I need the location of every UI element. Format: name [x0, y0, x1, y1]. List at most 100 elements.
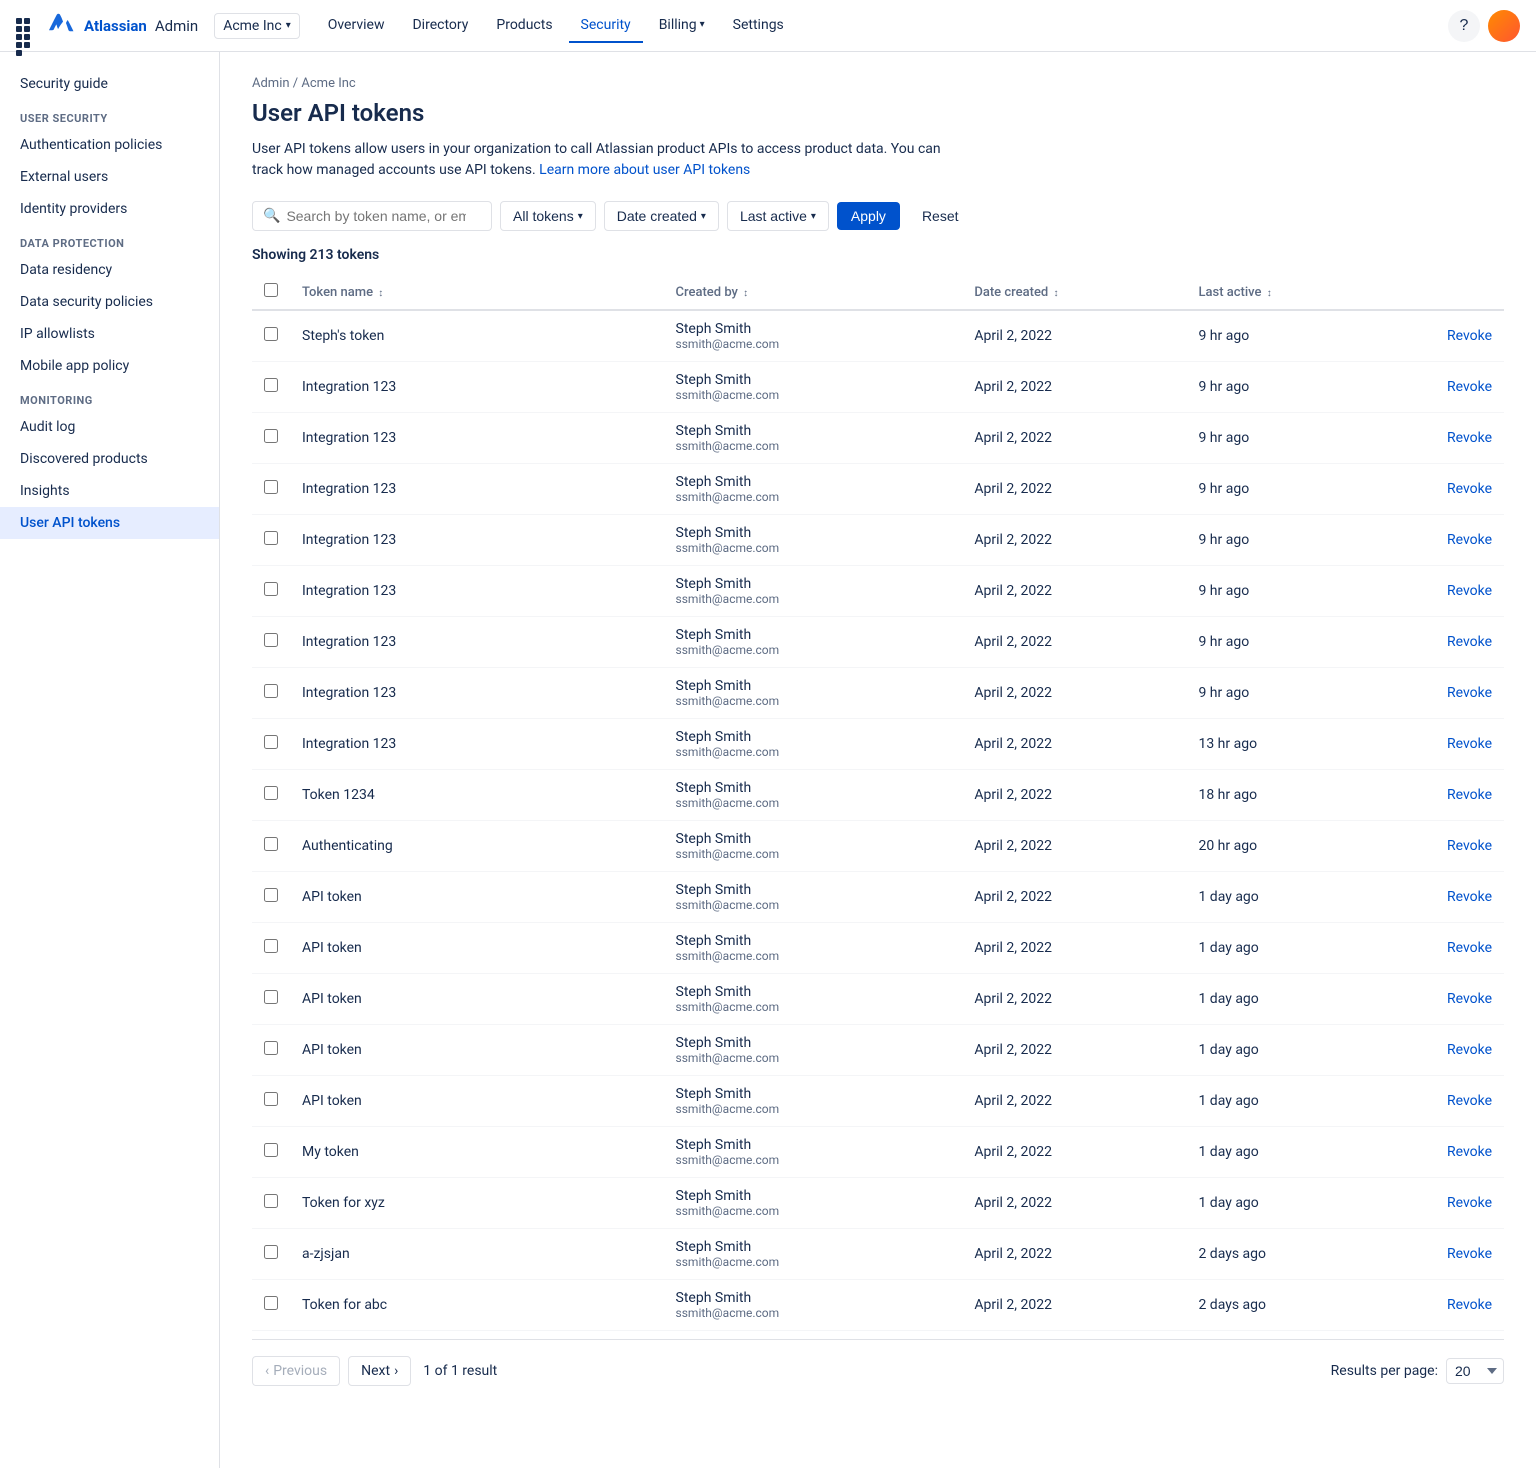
revoke-button[interactable]: Revoke [1447, 583, 1492, 599]
revoke-button[interactable]: Revoke [1447, 1042, 1492, 1058]
nav-settings[interactable]: Settings [721, 9, 796, 43]
token-name-cell: Integration 123 [290, 413, 664, 464]
sidebar-item-mobile-app[interactable]: Mobile app policy [0, 350, 219, 382]
row-checkbox[interactable] [264, 990, 278, 1004]
results-per-page-select[interactable]: 20 10 50 100 [1446, 1358, 1504, 1384]
last-active-cell: 9 hr ago [1186, 668, 1373, 719]
sidebar-item-audit-log[interactable]: Audit log [0, 411, 219, 443]
date-filter-button[interactable]: Date created ▾ [604, 201, 719, 231]
breadcrumb-admin[interactable]: Admin [252, 76, 290, 91]
revoke-button[interactable]: Revoke [1447, 379, 1492, 395]
row-checkbox[interactable] [264, 480, 278, 494]
breadcrumb-org[interactable]: Acme Inc [301, 76, 355, 91]
sidebar-item-identity-providers[interactable]: Identity providers [0, 193, 219, 225]
breadcrumb: Admin / Acme Inc [252, 76, 1504, 91]
table-row: Integration 123 Steph Smith ssmith@acme.… [252, 617, 1504, 668]
select-all-header[interactable] [252, 275, 290, 310]
row-checkbox[interactable] [264, 1245, 278, 1259]
row-checkbox[interactable] [264, 429, 278, 443]
nav-overview[interactable]: Overview [316, 9, 397, 43]
showing-count: Showing 213 tokens [252, 247, 1504, 263]
token-filter-button[interactable]: All tokens ▾ [500, 201, 596, 231]
row-checkbox[interactable] [264, 531, 278, 545]
sidebar-item-auth-policies[interactable]: Authentication policies [0, 129, 219, 161]
revoke-button[interactable]: Revoke [1447, 634, 1492, 650]
learn-more-link[interactable]: Learn more about user API tokens [539, 162, 750, 178]
revoke-button[interactable]: Revoke [1447, 787, 1492, 803]
table-row: API token Steph Smith ssmith@acme.com Ap… [252, 974, 1504, 1025]
revoke-button[interactable]: Revoke [1447, 1144, 1492, 1160]
nav-security[interactable]: Security [569, 9, 643, 43]
revoke-button[interactable]: Revoke [1447, 991, 1492, 1007]
top-nav: Atlassian Admin Acme Inc ▾ Overview Dire… [0, 0, 1536, 52]
user-avatar[interactable] [1488, 10, 1520, 42]
last-active-header[interactable]: Last active ↕ [1186, 275, 1373, 310]
last-active-cell: 9 hr ago [1186, 413, 1373, 464]
row-checkbox[interactable] [264, 582, 278, 596]
org-selector[interactable]: Acme Inc ▾ [214, 13, 300, 39]
nav-right: ? [1448, 10, 1520, 42]
revoke-button[interactable]: Revoke [1447, 1246, 1492, 1262]
revoke-button[interactable]: Revoke [1447, 736, 1492, 752]
action-cell: Revoke [1373, 1229, 1504, 1280]
app-switcher-icon[interactable] [16, 18, 32, 34]
revoke-button[interactable]: Revoke [1447, 940, 1492, 956]
nav-billing[interactable]: Billing ▾ [647, 9, 717, 43]
next-button[interactable]: Next › [348, 1356, 411, 1386]
revoke-button[interactable]: Revoke [1447, 532, 1492, 548]
row-checkbox[interactable] [264, 684, 278, 698]
revoke-button[interactable]: Revoke [1447, 685, 1492, 701]
created-by-cell: Steph Smith ssmith@acme.com [664, 413, 963, 464]
row-checkbox[interactable] [264, 1143, 278, 1157]
revoke-button[interactable]: Revoke [1447, 328, 1492, 344]
sidebar-item-data-security[interactable]: Data security policies [0, 286, 219, 318]
atlassian-logo[interactable]: Atlassian Admin [48, 12, 198, 40]
revoke-button[interactable]: Revoke [1447, 1093, 1492, 1109]
row-checkbox[interactable] [264, 786, 278, 800]
select-all-checkbox[interactable] [264, 283, 278, 297]
nav-directory[interactable]: Directory [400, 9, 480, 43]
help-button[interactable]: ? [1448, 10, 1480, 42]
sidebar-item-discovered-products[interactable]: Discovered products [0, 443, 219, 475]
last-active-cell: 2 days ago [1186, 1280, 1373, 1331]
sidebar-item-ip-allowlists[interactable]: IP allowlists [0, 318, 219, 350]
creator-email: ssmith@acme.com [676, 949, 951, 963]
row-checkbox[interactable] [264, 633, 278, 647]
row-checkbox[interactable] [264, 735, 278, 749]
row-checkbox[interactable] [264, 1296, 278, 1310]
row-checkbox[interactable] [264, 378, 278, 392]
row-checkbox[interactable] [264, 1092, 278, 1106]
apply-button[interactable]: Apply [837, 202, 900, 230]
sidebar-item-data-residency[interactable]: Data residency [0, 254, 219, 286]
row-checkbox[interactable] [264, 939, 278, 953]
row-checkbox[interactable] [264, 888, 278, 902]
date-created-header[interactable]: Date created ↕ [962, 275, 1186, 310]
date-created-cell: April 2, 2022 [962, 1127, 1186, 1178]
created-by-header[interactable]: Created by ↕ [664, 275, 963, 310]
row-checkbox[interactable] [264, 837, 278, 851]
row-checkbox[interactable] [264, 327, 278, 341]
created-by-cell: Steph Smith ssmith@acme.com [664, 923, 963, 974]
token-name-header[interactable]: Token name ↕ [290, 275, 664, 310]
sidebar-item-user-api-tokens[interactable]: User API tokens [0, 507, 219, 539]
token-name-cell: Authenticating [290, 821, 664, 872]
nav-products[interactable]: Products [484, 9, 564, 43]
sidebar-item-insights[interactable]: Insights [0, 475, 219, 507]
row-checkbox[interactable] [264, 1041, 278, 1055]
revoke-button[interactable]: Revoke [1447, 1195, 1492, 1211]
revoke-button[interactable]: Revoke [1447, 481, 1492, 497]
revoke-button[interactable]: Revoke [1447, 889, 1492, 905]
row-checkbox[interactable] [264, 1194, 278, 1208]
active-filter-button[interactable]: Last active ▾ [727, 201, 829, 231]
date-created-cell: April 2, 2022 [962, 1229, 1186, 1280]
search-input[interactable] [286, 208, 466, 224]
sidebar-item-external-users[interactable]: External users [0, 161, 219, 193]
reset-button[interactable]: Reset [908, 202, 973, 230]
last-active-cell: 9 hr ago [1186, 464, 1373, 515]
revoke-button[interactable]: Revoke [1447, 838, 1492, 854]
revoke-button[interactable]: Revoke [1447, 430, 1492, 446]
revoke-button[interactable]: Revoke [1447, 1297, 1492, 1313]
sidebar-security-guide[interactable]: Security guide [0, 68, 219, 100]
previous-button[interactable]: ‹ Previous [252, 1356, 340, 1386]
table-row: a-zjsjan Steph Smith ssmith@acme.com Apr… [252, 1229, 1504, 1280]
